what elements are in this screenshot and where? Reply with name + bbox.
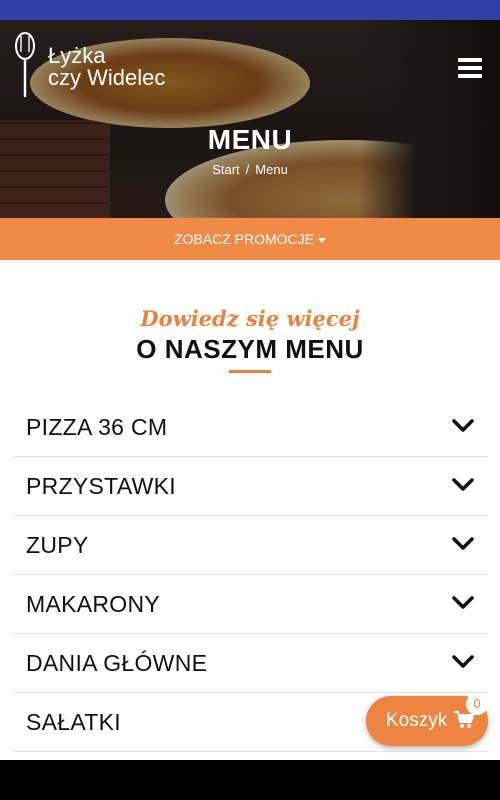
section-divider xyxy=(229,370,271,373)
system-navigation-bar xyxy=(0,760,500,800)
menu-category-item[interactable]: DANIA GŁÓWNE xyxy=(12,634,488,693)
chevron-down-icon xyxy=(452,419,474,432)
cart-count-badge: 0 xyxy=(466,693,488,715)
menu-category-label: SAŁATKI xyxy=(26,709,121,735)
menu-category-item[interactable]: MAKARONY xyxy=(12,575,488,634)
chevron-down-icon xyxy=(452,537,474,550)
promo-label: ZOBACZ PROMOCJE xyxy=(173,231,314,247)
menu-category-label: ZUPY xyxy=(26,532,89,558)
menu-category-label: MAKARONY xyxy=(26,591,161,617)
section-subtitle: Dowiedz się więcej xyxy=(140,306,360,331)
caret-down-icon xyxy=(318,237,326,243)
logo-text-line2: czy Widelec xyxy=(48,65,166,90)
chevron-down-icon xyxy=(452,596,474,609)
site-logo[interactable]: Łyżka czy Widelec xyxy=(12,32,172,102)
menu-category-item[interactable]: PIZZA 36 CM xyxy=(12,398,488,457)
page-title: MENU xyxy=(207,124,293,155)
status-bar xyxy=(0,0,500,20)
promo-toggle-button[interactable]: ZOBACZ PROMOCJE xyxy=(0,218,500,260)
menu-category-label: PRZYSTAWKI xyxy=(26,473,176,499)
cart-label: Koszyk xyxy=(386,710,448,731)
section-title: O NASZYM MENU xyxy=(136,334,364,364)
breadcrumb-separator: / xyxy=(245,162,250,177)
menu-category-label: PIZZA 36 CM xyxy=(26,414,168,440)
breadcrumb-home-link[interactable]: Start xyxy=(212,162,239,177)
hamburger-icon[interactable] xyxy=(458,58,482,78)
breadcrumb: Start / Menu xyxy=(0,162,500,177)
menu-category-label: DANIA GŁÓWNE xyxy=(26,650,208,676)
menu-category-item[interactable]: ZUPY xyxy=(12,516,488,575)
chevron-down-icon xyxy=(452,655,474,668)
menu-category-item[interactable]: PRZYSTAWKI xyxy=(12,457,488,516)
chevron-down-icon xyxy=(452,478,474,491)
breadcrumb-current: Menu xyxy=(255,162,288,177)
fork-spoon-icon xyxy=(15,32,35,98)
